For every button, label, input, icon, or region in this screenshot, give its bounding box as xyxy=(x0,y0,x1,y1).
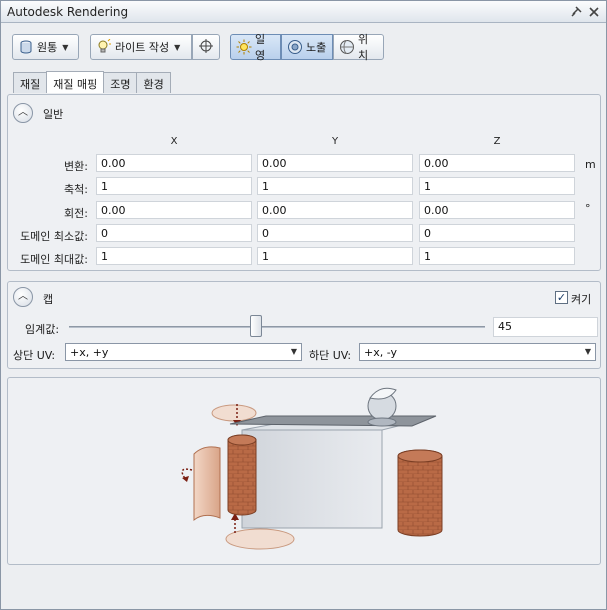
top-uv-label: 상단 UV: xyxy=(13,349,56,362)
tab-strip: 재질 재질 매핑 조명 환경 xyxy=(13,71,171,93)
offset-unit: m xyxy=(585,158,596,171)
tab-lighting[interactable]: 조명 xyxy=(103,72,138,93)
scale-y-field[interactable]: 1 xyxy=(257,177,413,195)
tab-material[interactable]: 재질 xyxy=(13,72,48,93)
top-uv-value: +x, +y xyxy=(70,346,109,359)
preview-panel xyxy=(7,377,601,565)
unrolled-side xyxy=(193,446,221,522)
domain-max-label: 도메인 최대값: xyxy=(20,253,88,266)
shape-label: 원통 xyxy=(37,41,58,54)
cylinder-mapping-illustration xyxy=(181,387,443,550)
offset-x-field[interactable]: 0.00 xyxy=(96,154,252,172)
domain-min-z-field[interactable]: 0 xyxy=(419,224,575,242)
top-cap-ellipse xyxy=(211,404,257,422)
rotation-unit: ° xyxy=(585,202,591,215)
crosshair-icon xyxy=(198,38,214,57)
bottom-uv-label: 하단 UV: xyxy=(309,349,352,362)
cap-enable-label: 켜기 xyxy=(571,293,592,306)
threshold-slider-track[interactable] xyxy=(69,326,485,328)
collapse-general-button[interactable]: ︿ xyxy=(13,103,33,123)
rendering-window: Autodesk Rendering 원통 ▼ 라이트 작성 ▼ 일영 노출 위… xyxy=(0,0,607,610)
dropdown-arrow-icon: ▼ xyxy=(584,347,591,356)
rotation-z-field[interactable]: 0.00 xyxy=(419,201,575,219)
create-light-label: 라이트 작성 xyxy=(115,41,170,54)
right-brick-cylinder xyxy=(397,449,443,537)
domain-max-y-field[interactable]: 1 xyxy=(257,247,413,265)
chevron-down-icon: ▼ xyxy=(174,42,181,52)
cylinder-icon xyxy=(18,39,34,55)
collapse-cap-button[interactable]: ︿ xyxy=(13,287,33,307)
title-bar: Autodesk Rendering xyxy=(1,1,606,23)
column-header-z: Z xyxy=(493,136,501,147)
cap-section-title: 캡 xyxy=(43,293,54,306)
chevron-up-icon: ︿ xyxy=(18,291,28,302)
exposure-button[interactable]: 노출 xyxy=(281,34,333,60)
dropdown-arrow-icon: ▼ xyxy=(290,347,297,356)
scale-label: 축척: xyxy=(64,183,88,196)
create-light-button[interactable]: 라이트 작성 ▼ xyxy=(90,34,192,60)
shape-dropdown-button[interactable]: 원통 ▼ xyxy=(12,34,79,60)
threshold-value-field[interactable]: 45 xyxy=(493,317,598,337)
glass-box xyxy=(241,429,383,529)
column-header-y: Y xyxy=(331,136,339,147)
pin-icon[interactable] xyxy=(569,5,583,19)
scale-z-field[interactable]: 1 xyxy=(419,177,575,195)
cap-enable-checkbox[interactable]: ✓ xyxy=(555,291,568,304)
offset-z-field[interactable]: 0.00 xyxy=(419,154,575,172)
domain-max-x-field[interactable]: 1 xyxy=(96,247,252,265)
exposure-icon xyxy=(287,39,303,55)
target-button[interactable] xyxy=(192,34,220,60)
bulb-icon xyxy=(96,38,112,55)
bottom-uv-select[interactable]: +x, -y ▼ xyxy=(359,343,596,361)
top-uv-select[interactable]: +x, +y ▼ xyxy=(65,343,302,361)
close-icon[interactable] xyxy=(587,5,601,19)
location-label: 위치 xyxy=(358,33,369,62)
checkmark-icon: ✓ xyxy=(556,291,567,304)
left-brick-cylinder xyxy=(227,434,257,516)
window-title: Autodesk Rendering xyxy=(7,5,129,19)
threshold-slider-thumb[interactable] xyxy=(250,315,263,337)
bottom-cap-ellipse xyxy=(225,528,295,550)
exposure-label: 노출 xyxy=(306,41,327,54)
top-plate xyxy=(229,415,437,427)
domain-min-label: 도메인 최소값: xyxy=(20,230,88,243)
bottom-uv-value: +x, -y xyxy=(364,346,398,359)
column-header-x: X xyxy=(170,136,178,147)
rotation-y-field[interactable]: 0.00 xyxy=(257,201,413,219)
location-button[interactable]: 위치 xyxy=(333,33,384,62)
offset-y-field[interactable]: 0.00 xyxy=(257,154,413,172)
tab-environment[interactable]: 환경 xyxy=(136,72,171,93)
general-section-title: 일반 xyxy=(43,108,64,121)
tab-material-mapping[interactable]: 재질 매핑 xyxy=(46,71,105,93)
rotation-x-field[interactable]: 0.00 xyxy=(96,201,252,219)
sun-icon xyxy=(236,39,252,55)
chevron-up-icon: ︿ xyxy=(18,107,28,118)
scale-x-field[interactable]: 1 xyxy=(96,177,252,195)
domain-min-y-field[interactable]: 0 xyxy=(257,224,413,242)
rotation-label: 회전: xyxy=(64,207,88,220)
sun-label: 일영 xyxy=(255,33,266,62)
threshold-label: 임계값: xyxy=(25,323,60,336)
chevron-down-icon: ▼ xyxy=(62,42,69,52)
domain-min-x-field[interactable]: 0 xyxy=(96,224,252,242)
globe-icon xyxy=(339,39,355,55)
sun-button[interactable]: 일영 xyxy=(230,33,281,62)
offset-label: 변환: xyxy=(64,160,88,173)
domain-max-z-field[interactable]: 1 xyxy=(419,247,575,265)
